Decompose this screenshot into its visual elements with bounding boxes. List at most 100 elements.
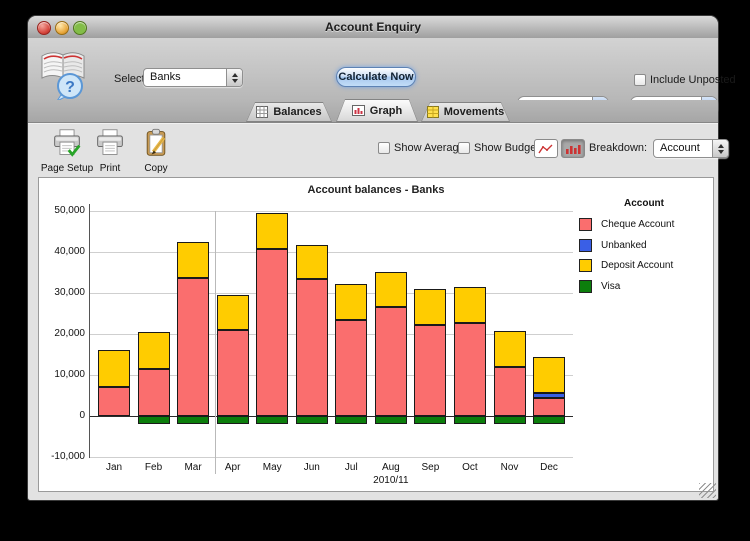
x-axis-category-label: Apr — [211, 462, 255, 473]
page-setup-button[interactable]: Page Setup — [40, 128, 94, 174]
tab-movements-label: Movements — [444, 106, 505, 118]
bar-segment-visa — [414, 416, 446, 424]
stepper-arrows-icon — [226, 69, 242, 86]
header-toolbar: ? Select: Banks Calculate Now Include Un… — [28, 38, 718, 100]
legend-swatch-visa — [579, 280, 592, 293]
y-axis-tick-label: 40,000 — [39, 246, 85, 257]
legend-title: Account — [579, 198, 709, 209]
tab-graph[interactable]: Graph — [336, 99, 418, 122]
legend-label: Deposit Account — [601, 260, 673, 271]
account-enquiry-window: Account Enquiry ? Select: Banks Calculat… — [28, 16, 718, 500]
gridline — [89, 252, 573, 253]
stepper-arrows-icon — [712, 140, 728, 157]
bar-segment-cheque-account — [217, 330, 249, 416]
movements-icon — [427, 106, 439, 118]
y-axis-tick-label: 0 — [39, 410, 85, 421]
x-axis-category-label: Sep — [408, 462, 452, 473]
breakdown-dropdown[interactable]: Account — [653, 139, 729, 158]
bar-graph-type-button[interactable] — [561, 139, 585, 158]
legend-swatch-deposit-account — [579, 259, 592, 272]
x-axis-category-label: Aug — [369, 462, 413, 473]
x-axis-year-note: 2010/11 — [369, 475, 413, 486]
bar-segment-visa — [454, 416, 486, 424]
x-axis-category-label: Jan — [92, 462, 136, 473]
breakdown-label: Breakdown: — [589, 142, 647, 154]
bar-segment-cheque-account — [335, 320, 367, 416]
bar-segment-deposit-account — [494, 331, 526, 367]
y-axis-tick-label: 50,000 — [39, 205, 85, 216]
bar-segment-deposit-account — [533, 357, 565, 393]
copy-label: Copy — [134, 163, 178, 174]
x-axis-category-label: Dec — [527, 462, 571, 473]
select-dropdown-value: Banks — [144, 69, 226, 86]
line-graph-type-button[interactable] — [534, 139, 558, 158]
y-axis-tick-label: 30,000 — [39, 287, 85, 298]
account-enquiry-icon: ? — [36, 42, 94, 102]
show-budgets-checkbox[interactable] — [458, 142, 470, 154]
bar-segment-visa — [138, 416, 170, 424]
bar-segment-cheque-account — [177, 278, 209, 416]
x-axis-category-label: Mar — [171, 462, 215, 473]
tab-balances[interactable]: Balances — [246, 102, 332, 122]
tab-bar: Balances Graph Movements — [28, 100, 718, 123]
graph-toolbar: Page Setup Print Copy — [28, 123, 718, 171]
title-bar: Account Enquiry — [28, 16, 718, 39]
bar-segment-visa — [494, 416, 526, 424]
tab-graph-label: Graph — [370, 105, 402, 117]
resize-grip-icon[interactable] — [699, 483, 716, 498]
bar-segment-cheque-account — [454, 323, 486, 416]
x-axis-category-label: Jun — [290, 462, 334, 473]
bar-segment-deposit-account — [414, 289, 446, 325]
breakdown-dropdown-value: Account — [654, 140, 712, 157]
bar-segment-cheque-account — [296, 279, 328, 416]
line-chart-icon — [538, 143, 554, 155]
bar-segment-visa — [177, 416, 209, 424]
print-icon — [95, 128, 125, 158]
bar-segment-deposit-account — [98, 350, 130, 387]
show-average-checkbox[interactable] — [378, 142, 390, 154]
bar-segment-visa — [335, 416, 367, 424]
x-axis-category-label: Feb — [132, 462, 176, 473]
bar-segment-cheque-account — [138, 369, 170, 416]
window-title: Account Enquiry — [28, 16, 718, 38]
gridline — [89, 211, 573, 212]
bar-segment-deposit-account — [375, 272, 407, 307]
tab-balances-label: Balances — [273, 106, 321, 118]
chart-title: Account balances - Banks — [39, 184, 713, 196]
bar-segment-visa — [375, 416, 407, 424]
gridline — [89, 293, 573, 294]
bar-segment-deposit-account — [256, 213, 288, 249]
legend-label: Unbanked — [601, 240, 647, 251]
legend-swatch-cheque-account — [579, 218, 592, 231]
x-axis-category-label: Jul — [329, 462, 373, 473]
bar-segment-cheque-account — [494, 367, 526, 416]
bar-segment-cheque-account — [375, 307, 407, 416]
page-setup-label: Page Setup — [40, 163, 94, 174]
calculate-now-button[interactable]: Calculate Now — [336, 67, 416, 87]
print-button[interactable]: Print — [88, 128, 132, 174]
y-axis-tick-label: 10,000 — [39, 369, 85, 380]
bar-segment-visa — [217, 416, 249, 424]
print-label: Print — [88, 163, 132, 174]
svg-text:?: ? — [65, 79, 75, 96]
bar-segment-cheque-account — [414, 325, 446, 416]
bar-segment-visa — [533, 416, 565, 424]
chart-panel: Account balances - Banks -10,000 0 10,000 2… — [38, 177, 714, 492]
copy-icon — [141, 128, 171, 158]
graph-icon — [352, 105, 365, 116]
include-unposted-label: Include Unposted — [650, 74, 736, 86]
page-setup-icon — [52, 128, 82, 158]
bar-segment-deposit-account — [217, 295, 249, 330]
show-average-label: Show Average — [394, 142, 465, 154]
select-dropdown[interactable]: Banks — [143, 68, 243, 87]
legend-swatch-unbanked — [579, 239, 592, 252]
bar-segment-deposit-account — [335, 284, 367, 320]
legend-label: Cheque Account — [601, 219, 674, 230]
tab-movements[interactable]: Movements — [421, 102, 510, 122]
y-axis-tick-label: -10,000 — [39, 451, 85, 462]
copy-button[interactable]: Copy — [134, 128, 178, 174]
bar-segment-cheque-account — [533, 398, 565, 416]
include-unposted-checkbox[interactable] — [634, 74, 646, 86]
x-axis-category-label: Oct — [448, 462, 492, 473]
bar-segment-deposit-account — [177, 242, 209, 278]
